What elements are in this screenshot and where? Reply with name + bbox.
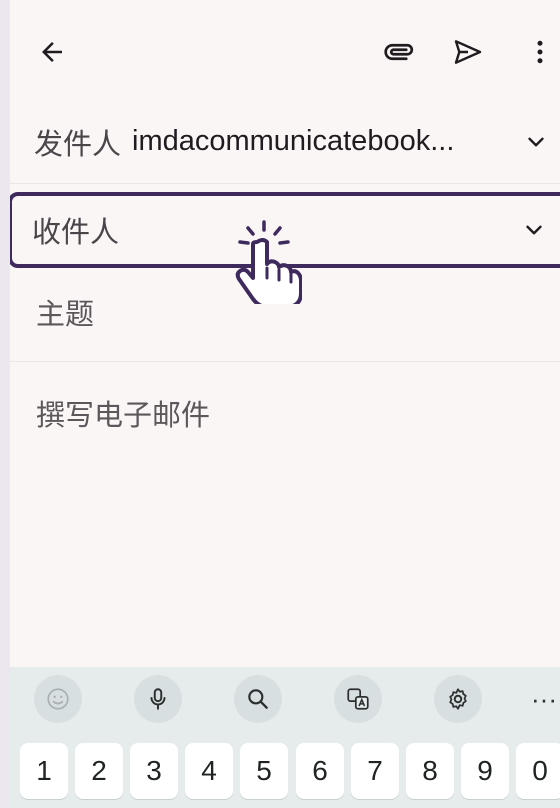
hand-pointer-icon xyxy=(235,220,302,304)
send-button[interactable] xyxy=(446,30,490,74)
key-8[interactable]: 8 xyxy=(406,743,454,799)
key-7[interactable]: 7 xyxy=(351,743,399,799)
keyboard-more-button[interactable]: ··· xyxy=(524,675,560,723)
emoji-button[interactable] xyxy=(34,675,82,723)
translate-button[interactable] xyxy=(334,675,382,723)
voice-input-button[interactable] xyxy=(134,675,182,723)
back-button[interactable] xyxy=(30,30,74,74)
mic-icon xyxy=(150,688,166,710)
keyboard-number-row: 1 2 3 4 5 6 7 8 9 0 xyxy=(10,731,560,808)
chevron-down-icon xyxy=(528,137,544,147)
paperclip-icon xyxy=(384,43,414,61)
keyboard-toolbar: ··· xyxy=(10,667,560,731)
key-4[interactable]: 4 xyxy=(185,743,233,799)
more-vert-icon xyxy=(537,40,543,64)
to-input[interactable] xyxy=(112,206,496,258)
search-button[interactable] xyxy=(234,675,282,723)
attach-button[interactable] xyxy=(376,30,420,74)
key-1[interactable]: 1 xyxy=(20,743,68,799)
key-2[interactable]: 2 xyxy=(75,743,123,799)
search-icon xyxy=(248,689,268,709)
compose-screen: 发件人 imdacommunicatebook... 收件人 主题 撰写电子邮件… xyxy=(10,0,560,808)
to-expand-button[interactable] xyxy=(514,210,554,250)
key-5[interactable]: 5 xyxy=(240,743,288,799)
key-3[interactable]: 3 xyxy=(130,743,178,799)
chevron-down-icon xyxy=(526,225,542,235)
emoji-icon xyxy=(47,688,69,710)
translate-icon xyxy=(347,688,369,710)
settings-icon xyxy=(449,688,467,710)
key-0[interactable]: 0 xyxy=(516,743,560,799)
key-6[interactable]: 6 xyxy=(296,743,344,799)
from-expand-button[interactable] xyxy=(516,122,556,162)
arrow-left-icon xyxy=(42,42,62,62)
from-label: 发件人 xyxy=(34,128,122,161)
from-account[interactable]: imdacommunicatebook... xyxy=(132,125,492,158)
compose-body[interactable] xyxy=(34,390,538,654)
key-9[interactable]: 9 xyxy=(461,743,509,799)
send-icon xyxy=(454,40,482,64)
from-row: 发件人 imdacommunicatebook... xyxy=(10,100,560,184)
top-app-bar xyxy=(10,0,560,100)
keyboard-settings-button[interactable] xyxy=(434,675,482,723)
to-label: 收件人 xyxy=(32,217,120,249)
more-options-button[interactable] xyxy=(518,30,560,74)
